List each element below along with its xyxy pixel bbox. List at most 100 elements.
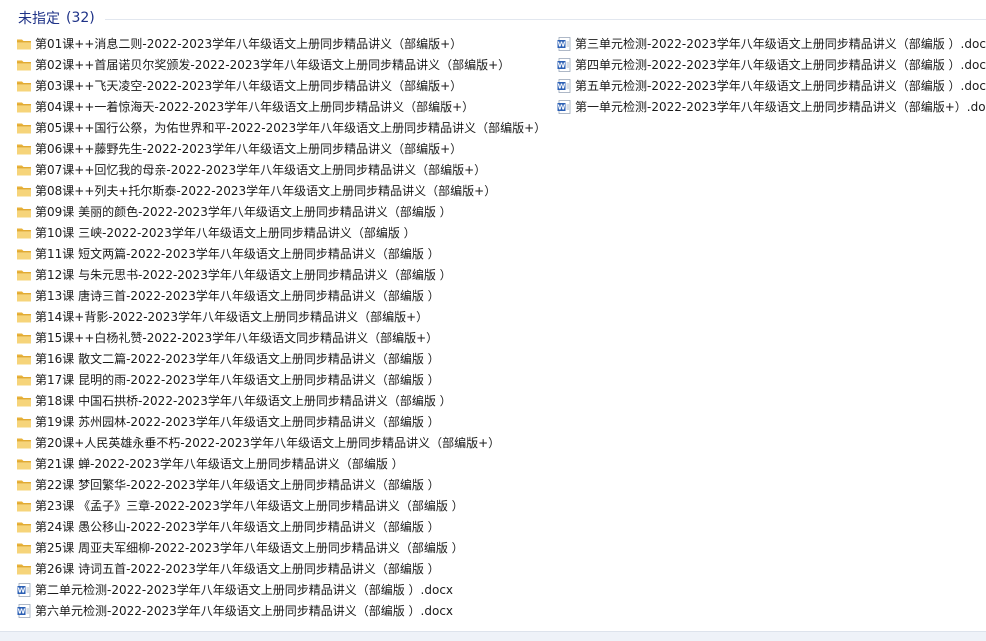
folder-icon bbox=[16, 78, 32, 94]
folder-icon bbox=[16, 183, 32, 199]
folder-item[interactable]: 第05课++国行公祭，为佑世界和平-2022-2023学年八年级语文上册同步精品… bbox=[16, 117, 556, 138]
folder-item[interactable]: 第16课 散文二篇-2022-2023学年八年级语文上册同步精品讲义（部编版 ） bbox=[16, 348, 556, 369]
item-name: 第四单元检测-2022-2023学年八年级语文上册同步精品讲义（部编版 ）.do… bbox=[575, 58, 986, 72]
item-name: 第22课 梦回繁华-2022-2023学年八年级语文上册同步精品讲义（部编版 ） bbox=[35, 478, 440, 492]
word-document-icon: W bbox=[16, 603, 32, 619]
item-name: 第06课++藤野先生-2022-2023学年八年级语文上册同步精品讲义（部编版+… bbox=[35, 142, 463, 156]
group-divider bbox=[105, 19, 986, 20]
file-item[interactable]: W 第二单元检测-2022-2023学年八年级语文上册同步精品讲义（部编版 ）.d… bbox=[16, 579, 556, 600]
folder-item[interactable]: 第11课 短文两篇-2022-2023学年八年级语文上册同步精品讲义（部编版 ） bbox=[16, 243, 556, 264]
word-document-icon: W bbox=[556, 99, 572, 115]
item-name: 第24课 愚公移山-2022-2023学年八年级语文上册同步精品讲义（部编版 ） bbox=[35, 520, 440, 534]
folder-item[interactable]: 第17课 昆明的雨-2022-2023学年八年级语文上册同步精品讲义（部编版 ） bbox=[16, 369, 556, 390]
item-name: 第16课 散文二篇-2022-2023学年八年级语文上册同步精品讲义（部编版 ） bbox=[35, 352, 440, 366]
group-header[interactable]: 未指定 (32) bbox=[18, 6, 95, 30]
file-item[interactable]: W 第六单元检测-2022-2023学年八年级语文上册同步精品讲义（部编版 ）.d… bbox=[16, 600, 556, 621]
folder-icon bbox=[16, 477, 32, 493]
folder-icon bbox=[16, 540, 32, 556]
group-count: (32) bbox=[66, 10, 95, 26]
folder-item[interactable]: 第06课++藤野先生-2022-2023学年八年级语文上册同步精品讲义（部编版+… bbox=[16, 138, 556, 159]
item-name: 第14课+背影-2022-2023学年八年级语文上册同步精品讲义（部编版+） bbox=[35, 310, 429, 324]
folder-item[interactable]: 第01课++消息二则-2022-2023学年八年级语文上册同步精品讲义（部编版+… bbox=[16, 33, 556, 54]
item-name: 第05课++国行公祭，为佑世界和平-2022-2023学年八年级语文上册同步精品… bbox=[35, 121, 547, 135]
file-item[interactable]: W 第一单元检测-2022-2023学年八年级语文上册同步精品讲义（部编版+）.d… bbox=[556, 96, 986, 117]
file-item[interactable]: W 第四单元检测-2022-2023学年八年级语文上册同步精品讲义（部编版 ）.d… bbox=[556, 54, 986, 75]
folder-icon bbox=[16, 246, 32, 262]
folder-icon bbox=[16, 330, 32, 346]
folder-item[interactable]: 第19课 苏州园林-2022-2023学年八年级语文上册同步精品讲义（部编版 ） bbox=[16, 411, 556, 432]
item-name: 第23课 《孟子》三章-2022-2023学年八年级语文上册同步精品讲义（部编版… bbox=[35, 499, 464, 513]
item-name: 第01课++消息二则-2022-2023学年八年级语文上册同步精品讲义（部编版+… bbox=[35, 37, 463, 51]
status-bar bbox=[0, 631, 986, 641]
folder-icon bbox=[16, 162, 32, 178]
folder-icon bbox=[16, 141, 32, 157]
word-document-icon: W bbox=[556, 36, 572, 52]
folder-item[interactable]: 第18课 中国石拱桥-2022-2023学年八年级语文上册同步精品讲义（部编版 … bbox=[16, 390, 556, 411]
folder-icon bbox=[16, 561, 32, 577]
folder-item[interactable]: 第20课+人民英雄永垂不朽-2022-2023学年八年级语文上册同步精品讲义（部… bbox=[16, 432, 556, 453]
folder-item[interactable]: 第15课++白杨礼赞-2022-2023学年八年级语文同步精品讲义（部编版+） bbox=[16, 327, 556, 348]
word-document-icon: W bbox=[16, 582, 32, 598]
folder-item[interactable]: 第23课 《孟子》三章-2022-2023学年八年级语文上册同步精品讲义（部编版… bbox=[16, 495, 556, 516]
folder-item[interactable]: 第25课 周亚夫军细柳-2022-2023学年八年级语文上册同步精品讲义（部编版… bbox=[16, 537, 556, 558]
item-name: 第三单元检测-2022-2023学年八年级语文上册同步精品讲义（部编版 ）.do… bbox=[575, 37, 986, 51]
folder-icon bbox=[16, 498, 32, 514]
item-name: 第20课+人民英雄永垂不朽-2022-2023学年八年级语文上册同步精品讲义（部… bbox=[35, 436, 501, 450]
item-name: 第17课 昆明的雨-2022-2023学年八年级语文上册同步精品讲义（部编版 ） bbox=[35, 373, 440, 387]
item-name: 第11课 短文两篇-2022-2023学年八年级语文上册同步精品讲义（部编版 ） bbox=[35, 247, 440, 261]
file-list-column-right: W 第三单元检测-2022-2023学年八年级语文上册同步精品讲义（部编版 ）.d… bbox=[556, 33, 986, 117]
folder-item[interactable]: 第10课 三峡-2022-2023学年八年级语文上册同步精品讲义（部编版 ） bbox=[16, 222, 556, 243]
folder-item[interactable]: 第07课++回忆我的母亲-2022-2023学年八年级语文上册同步精品讲义（部编… bbox=[16, 159, 556, 180]
folder-item[interactable]: 第12课 与朱元思书-2022-2023学年八年级语文上册同步精品讲义（部编版 … bbox=[16, 264, 556, 285]
item-name: 第13课 唐诗三首-2022-2023学年八年级语文上册同步精品讲义（部编版 ） bbox=[35, 289, 440, 303]
folder-item[interactable]: 第26课 诗词五首-2022-2023学年八年级语文上册同步精品讲义（部编版 ） bbox=[16, 558, 556, 579]
folder-icon bbox=[16, 309, 32, 325]
folder-item[interactable]: 第24课 愚公移山-2022-2023学年八年级语文上册同步精品讲义（部编版 ） bbox=[16, 516, 556, 537]
item-name: 第六单元检测-2022-2023学年八年级语文上册同步精品讲义（部编版 ）.do… bbox=[35, 604, 454, 618]
folder-item[interactable]: 第21课 蝉-2022-2023学年八年级语文上册同步精品讲义（部编版 ） bbox=[16, 453, 556, 474]
folder-icon bbox=[16, 519, 32, 535]
folder-item[interactable]: 第04课++一着惊海天-2022-2023学年八年级语文上册同步精品讲义（部编版… bbox=[16, 96, 556, 117]
word-document-icon: W bbox=[556, 57, 572, 73]
item-name: 第07课++回忆我的母亲-2022-2023学年八年级语文上册同步精品讲义（部编… bbox=[35, 163, 487, 177]
folder-icon bbox=[16, 393, 32, 409]
folder-icon bbox=[16, 414, 32, 430]
item-name: 第02课++首届诺贝尔奖颁发-2022-2023学年八年级语文上册同步精品讲义（… bbox=[35, 58, 511, 72]
item-name: 第二单元检测-2022-2023学年八年级语文上册同步精品讲义（部编版 ）.do… bbox=[35, 583, 454, 597]
item-name: 第15课++白杨礼赞-2022-2023学年八年级语文同步精品讲义（部编版+） bbox=[35, 331, 439, 345]
folder-icon bbox=[16, 99, 32, 115]
svg-text:W: W bbox=[558, 103, 566, 111]
file-explorer-content: 未指定 (32) 第01课++消息二则-2022-2023学年八年级语文上册同步… bbox=[0, 0, 986, 641]
folder-item[interactable]: 第09课 美丽的颜色-2022-2023学年八年级语文上册同步精品讲义（部编版 … bbox=[16, 201, 556, 222]
folder-item[interactable]: 第14课+背影-2022-2023学年八年级语文上册同步精品讲义（部编版+） bbox=[16, 306, 556, 327]
folder-icon bbox=[16, 225, 32, 241]
file-item[interactable]: W 第五单元检测-2022-2023学年八年级语文上册同步精品讲义（部编版 ）.d… bbox=[556, 75, 986, 96]
file-item[interactable]: W 第三单元检测-2022-2023学年八年级语文上册同步精品讲义（部编版 ）.d… bbox=[556, 33, 986, 54]
item-name: 第19课 苏州园林-2022-2023学年八年级语文上册同步精品讲义（部编版 ） bbox=[35, 415, 440, 429]
folder-icon bbox=[16, 288, 32, 304]
folder-item[interactable]: 第13课 唐诗三首-2022-2023学年八年级语文上册同步精品讲义（部编版 ） bbox=[16, 285, 556, 306]
folder-item[interactable]: 第02课++首届诺贝尔奖颁发-2022-2023学年八年级语文上册同步精品讲义（… bbox=[16, 54, 556, 75]
item-name: 第18课 中国石拱桥-2022-2023学年八年级语文上册同步精品讲义（部编版 … bbox=[35, 394, 452, 408]
folder-item[interactable]: 第08课++列夫+托尔斯泰-2022-2023学年八年级语文上册同步精品讲义（部… bbox=[16, 180, 556, 201]
folder-icon bbox=[16, 372, 32, 388]
item-name: 第03课++飞天凌空-2022-2023学年八年级语文上册同步精品讲义（部编版+… bbox=[35, 79, 463, 93]
folder-item[interactable]: 第03课++飞天凌空-2022-2023学年八年级语文上册同步精品讲义（部编版+… bbox=[16, 75, 556, 96]
svg-text:W: W bbox=[558, 82, 566, 90]
svg-text:W: W bbox=[558, 61, 566, 69]
word-document-icon: W bbox=[556, 78, 572, 94]
folder-icon bbox=[16, 120, 32, 136]
group-title: 未指定 bbox=[18, 11, 60, 27]
svg-text:W: W bbox=[18, 586, 26, 594]
item-name: 第26课 诗词五首-2022-2023学年八年级语文上册同步精品讲义（部编版 ） bbox=[35, 562, 440, 576]
item-name: 第21课 蝉-2022-2023学年八年级语文上册同步精品讲义（部编版 ） bbox=[35, 457, 404, 471]
item-name: 第五单元检测-2022-2023学年八年级语文上册同步精品讲义（部编版 ）.do… bbox=[575, 79, 986, 93]
item-name: 第25课 周亚夫军细柳-2022-2023学年八年级语文上册同步精品讲义（部编版… bbox=[35, 541, 464, 555]
folder-item[interactable]: 第22课 梦回繁华-2022-2023学年八年级语文上册同步精品讲义（部编版 ） bbox=[16, 474, 556, 495]
folder-icon bbox=[16, 267, 32, 283]
folder-icon bbox=[16, 204, 32, 220]
folder-icon bbox=[16, 435, 32, 451]
item-name: 第10课 三峡-2022-2023学年八年级语文上册同步精品讲义（部编版 ） bbox=[35, 226, 416, 240]
item-name: 第04课++一着惊海天-2022-2023学年八年级语文上册同步精品讲义（部编版… bbox=[35, 100, 475, 114]
item-name: 第一单元检测-2022-2023学年八年级语文上册同步精品讲义（部编版+）.do… bbox=[575, 100, 986, 114]
